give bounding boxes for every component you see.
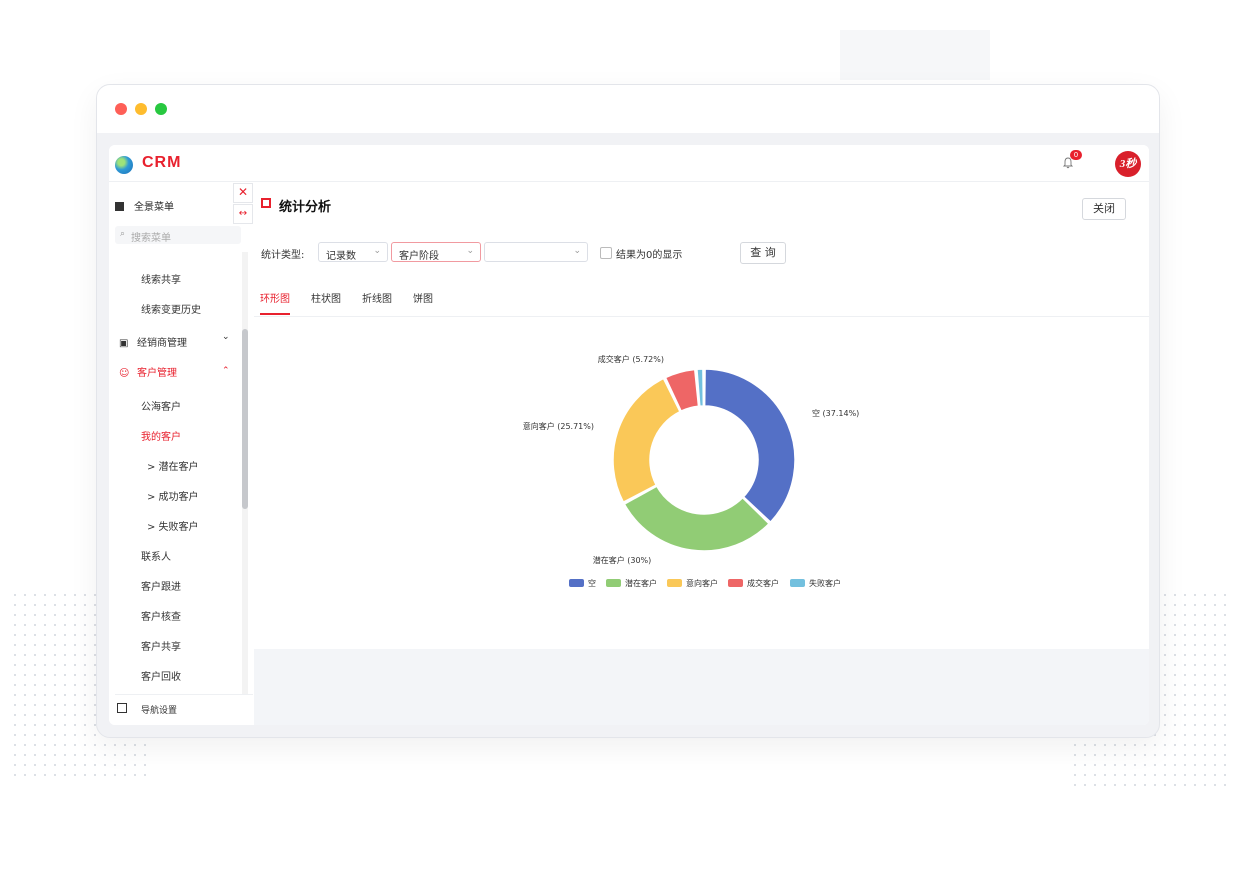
sidebar-item-potential[interactable]: > 潜在客户 bbox=[147, 458, 199, 473]
legend-label-2[interactable]: 意向客户 bbox=[686, 578, 718, 588]
customer-group-label: 客户管理 bbox=[137, 368, 177, 379]
sidebar-item-customer-share[interactable]: 客户共享 bbox=[141, 638, 181, 653]
legend-swatch-4[interactable] bbox=[790, 579, 805, 587]
grid-menu-icon bbox=[115, 202, 124, 211]
sidebar-item-recycle[interactable]: 客户回收 bbox=[141, 668, 181, 683]
dealer-icon: ▣ bbox=[119, 338, 129, 349]
customer-stage-select[interactable]: 客户阶段 ⌄ bbox=[391, 242, 481, 262]
sidebar-item-failed[interactable]: > 失败客户 bbox=[147, 518, 199, 533]
legend-swatch-2[interactable] bbox=[667, 579, 682, 587]
search-placeholder: 搜索菜单 bbox=[131, 233, 171, 244]
tab-pie[interactable]: 饼图 bbox=[413, 290, 433, 305]
tab-line[interactable]: 折线图 bbox=[362, 290, 392, 305]
slice-label-3: 成交客户 (5.72%) bbox=[598, 354, 664, 364]
crm-app: CRM 0 3秒 全景菜单 ⌕ 搜索菜单 线索共享 线索变更历史 ▣ 经销商管理 … bbox=[109, 145, 1149, 725]
legend-swatch-3[interactable] bbox=[728, 579, 743, 587]
legend-label-4[interactable]: 失败客户 bbox=[809, 578, 841, 588]
record-count-select[interactable]: 记录数 ⌄ bbox=[318, 242, 388, 262]
filter-bar: 统计类型: 记录数 ⌄ 客户阶段 ⌄ ⌄ 结果为0的显示 查 询 bbox=[254, 232, 1149, 276]
menu-search-input[interactable]: ⌕ 搜索菜单 bbox=[115, 226, 241, 244]
nav-settings-button[interactable]: 导航设置 bbox=[115, 694, 253, 721]
close-tab-icon[interactable]: ✕ bbox=[233, 183, 253, 203]
tab-bar[interactable]: 柱状图 bbox=[311, 290, 341, 305]
sidebar-group-dealer[interactable]: ▣ 经销商管理 bbox=[119, 334, 187, 349]
legend-swatch-0[interactable] bbox=[569, 579, 584, 587]
decorative-shade bbox=[840, 30, 990, 80]
chart-tabs: 环形图 柱状图 折线图 饼图 bbox=[254, 276, 1149, 317]
shrink-icon[interactable]: ↔ bbox=[233, 204, 253, 224]
legend-label-0[interactable]: 空 bbox=[588, 578, 596, 588]
panel-header: 统计分析 关闭 bbox=[254, 182, 1149, 233]
donut-chart: 空 (37.14%) 潜在客户 (30%) 意向客户 (25.71%) 成交客户 (5… bbox=[523, 354, 860, 588]
slice-label-0: 空 (37.14%) bbox=[812, 408, 859, 418]
chart-board-icon bbox=[261, 198, 271, 208]
settings-grid-icon bbox=[117, 703, 127, 713]
chevron-down-icon[interactable]: ⌄ bbox=[222, 332, 230, 342]
tab-donut[interactable]: 环形图 bbox=[260, 290, 290, 305]
analysis-panel: 统计分析 关闭 统计类型: 记录数 ⌄ 客户阶段 ⌄ ⌄ 结果为0的显示 查 询… bbox=[254, 182, 1149, 725]
browser-window: CRM 0 3秒 全景菜单 ⌕ 搜索菜单 线索共享 线索变更历史 ▣ 经销商管理 … bbox=[96, 84, 1160, 738]
show-zero-label: 结果为0的显示 bbox=[616, 250, 683, 261]
all-menu-button[interactable]: 全景菜单 bbox=[115, 198, 174, 213]
chevron-down-icon: ⌄ bbox=[373, 246, 381, 256]
show-zero-checkbox[interactable] bbox=[600, 247, 612, 259]
sidebar-item-contacts[interactable]: 联系人 bbox=[141, 548, 171, 563]
query-button[interactable]: 查 询 bbox=[740, 242, 786, 264]
slice-label-1: 潜在客户 (30%) bbox=[593, 555, 652, 565]
sidebar-item-lead-history[interactable]: 线索变更历史 bbox=[141, 301, 201, 316]
close-window-dot[interactable] bbox=[115, 103, 127, 115]
dealer-group-label: 经销商管理 bbox=[137, 338, 187, 349]
record-count-value: 记录数 bbox=[326, 251, 356, 262]
minimize-window-dot[interactable] bbox=[135, 103, 147, 115]
third-select[interactable]: ⌄ bbox=[484, 242, 588, 262]
close-button[interactable]: 关闭 bbox=[1082, 198, 1126, 220]
customer-icon: ☺ bbox=[119, 368, 130, 379]
nav-settings-label: 导航设置 bbox=[141, 706, 178, 716]
top-bar: CRM 0 3秒 bbox=[109, 145, 1149, 182]
window-titlebar bbox=[97, 85, 1159, 133]
donut-slice-0[interactable] bbox=[703, 368, 796, 524]
app-logo[interactable]: CRM bbox=[142, 154, 181, 172]
notification-badge: 0 bbox=[1070, 150, 1082, 160]
sidebar-scrollbar[interactable] bbox=[242, 329, 248, 509]
chevron-up-icon[interactable]: ⌃ bbox=[222, 366, 230, 376]
stat-type-label: 统计类型: bbox=[261, 250, 305, 261]
all-menu-label: 全景菜单 bbox=[134, 202, 174, 213]
chevron-down-icon: ⌄ bbox=[573, 246, 581, 256]
sidebar: 全景菜单 ⌕ 搜索菜单 线索共享 线索变更历史 ▣ 经销商管理 ⌄ ☺ 客户管理 ⌃… bbox=[109, 182, 253, 725]
legend-label-3[interactable]: 成交客户 bbox=[747, 578, 779, 588]
sidebar-item-my-customers[interactable]: 我的客户 bbox=[141, 428, 181, 443]
slice-label-2: 意向客户 (25.71%) bbox=[523, 421, 594, 431]
chart-area: 空 (37.14%) 潜在客户 (30%) 意向客户 (25.71%) 成交客户 (5… bbox=[254, 317, 1149, 649]
customer-stage-value: 客户阶段 bbox=[399, 251, 439, 262]
maximize-window-dot[interactable] bbox=[155, 103, 167, 115]
page-title: 统计分析 bbox=[279, 200, 332, 215]
sidebar-item-follow-up[interactable]: 客户跟进 bbox=[141, 578, 181, 593]
sidebar-item-lead-share[interactable]: 线索共享 bbox=[141, 271, 181, 286]
sidebar-item-public-customers[interactable]: 公海客户 bbox=[141, 398, 181, 413]
avatar[interactable]: 3秒 bbox=[1115, 151, 1141, 177]
sidebar-group-customer[interactable]: ☺ 客户管理 bbox=[119, 364, 177, 379]
search-icon: ⌕ bbox=[120, 229, 126, 239]
legend-swatch-1[interactable] bbox=[606, 579, 621, 587]
active-tab-indicator bbox=[260, 313, 290, 315]
sidebar-item-verify[interactable]: 客户核查 bbox=[141, 608, 181, 623]
sidebar-item-successful[interactable]: > 成功客户 bbox=[147, 488, 199, 503]
globe-logo-icon bbox=[115, 156, 133, 174]
chevron-down-icon: ⌄ bbox=[466, 246, 474, 256]
legend-label-1[interactable]: 潜在客户 bbox=[625, 578, 657, 588]
donut-slice-2[interactable] bbox=[612, 377, 681, 504]
